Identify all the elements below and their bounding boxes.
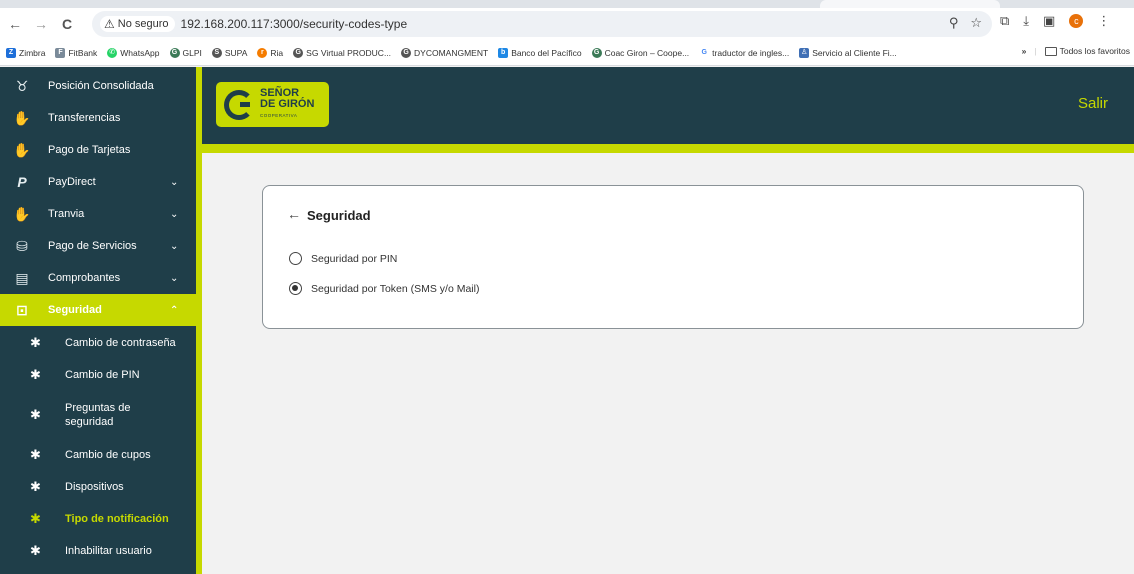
gear-icon: ✱ bbox=[30, 511, 41, 526]
money-hand-icon: ✋ bbox=[13, 141, 31, 158]
fitbank-icon: F bbox=[55, 47, 66, 58]
gear-icon: ✱ bbox=[30, 367, 41, 382]
bookmark-zimbra[interactable]: Z Zimbra bbox=[6, 47, 45, 58]
back-arrow-icon[interactable]: ← bbox=[287, 206, 301, 222]
chevron-up-icon: ⌃ bbox=[170, 304, 179, 316]
star-icon[interactable]: ☆ bbox=[970, 15, 982, 31]
sidebar-subitem-cambio-contrasena[interactable]: ✱ Cambio de contraseña bbox=[0, 328, 196, 358]
address-bar[interactable]: ⚠ No seguro 192.168.200.117:3000/securit… bbox=[92, 11, 992, 37]
extensions-icon[interactable]: ⧉ bbox=[1000, 13, 1009, 29]
chevron-down-icon: ⌄ bbox=[170, 208, 179, 220]
forward-icon[interactable]: → bbox=[30, 13, 52, 35]
receipt-icon: ▤ bbox=[15, 269, 29, 286]
option-token-label: Seguridad por Token (SMS y/o Mail) bbox=[311, 282, 480, 295]
tab-strip bbox=[0, 0, 1134, 8]
security-badge-label: No seguro bbox=[117, 18, 169, 30]
person-icon: ♙ bbox=[799, 47, 810, 58]
whatsapp-icon: ✆ bbox=[107, 47, 118, 58]
money-hand-icon: ✋ bbox=[13, 109, 31, 126]
option-pin[interactable]: Seguridad por PIN bbox=[289, 252, 397, 265]
coac-icon: G bbox=[591, 47, 602, 58]
sidebar-subitem-dispositivos[interactable]: ✱ Dispositivos bbox=[0, 472, 196, 502]
chevron-down-icon: ⌄ bbox=[170, 176, 179, 188]
google-icon: G bbox=[699, 47, 710, 58]
sidebar-item-paydirect[interactable]: P PayDirect ⌄ bbox=[0, 166, 196, 198]
gear-icon: ✱ bbox=[30, 447, 41, 462]
gear-icon: ✱ bbox=[30, 407, 41, 422]
reload-icon[interactable]: C bbox=[56, 13, 78, 35]
logout-button[interactable]: Salir bbox=[1078, 95, 1108, 112]
gear-icon: ✱ bbox=[30, 479, 41, 494]
bookmark-ria[interactable]: r Ria bbox=[257, 47, 283, 58]
gear-icon: ✱ bbox=[30, 335, 41, 350]
sidebar-item-comprobantes[interactable]: ▤ Comprobantes ⌄ bbox=[0, 262, 196, 294]
bookmark-servicio-cliente[interactable]: ♙ Servicio al Cliente Fi... bbox=[799, 47, 897, 58]
zoom-icon[interactable]: ⚲ bbox=[949, 15, 959, 31]
logo-line-2: DE GIRÓN bbox=[260, 98, 315, 110]
logo-line-3: COOPERATIVA bbox=[260, 113, 298, 118]
sidebar-item-pago-servicios[interactable]: ⛁ Pago de Servicios ⌄ bbox=[0, 230, 196, 262]
back-icon[interactable]: ← bbox=[4, 13, 26, 35]
gear-icon: ✱ bbox=[30, 543, 41, 558]
security-badge[interactable]: ⚠ No seguro bbox=[100, 16, 175, 32]
supa-icon: S bbox=[211, 47, 222, 58]
folder-icon bbox=[1044, 46, 1057, 56]
sidebar-item-tranvia[interactable]: ✋ Tranvia ⌄ bbox=[0, 198, 196, 230]
paydirect-icon: P bbox=[17, 174, 27, 190]
url-text[interactable]: 192.168.200.117:3000/security-codes-type bbox=[181, 17, 408, 31]
card-title: Seguridad bbox=[307, 208, 371, 223]
money-hand-icon: ✋ bbox=[13, 205, 31, 222]
bank-icon: b bbox=[498, 47, 509, 58]
chevron-down-icon: ⌄ bbox=[170, 272, 179, 284]
brand-logo[interactable]: SEÑOR DE GIRÓN COOPERATIVA bbox=[216, 82, 329, 127]
bookmark-whatsapp[interactable]: ✆ WhatsApp bbox=[107, 47, 160, 58]
dyco-icon: G bbox=[401, 47, 412, 58]
header-accent-bar bbox=[202, 144, 1134, 153]
sidebar-subitem-cambio-cupos[interactable]: ✱ Cambio de cupos bbox=[0, 440, 196, 470]
bookmark-sg-virtual[interactable]: G SG Virtual PRODUC... bbox=[293, 47, 391, 58]
sidebar-subitem-preguntas-seguridad[interactable]: ✱ Preguntas de seguridad bbox=[0, 392, 196, 438]
logo-g-icon bbox=[224, 89, 254, 120]
tab-edge bbox=[820, 0, 1000, 8]
bookmark-traductor[interactable]: Gtraductor de ingles... bbox=[699, 47, 789, 58]
bookmark-banco-pacifico[interactable]: b Banco del Pacífico bbox=[498, 47, 582, 58]
all-bookmarks-button[interactable]: Todos los favoritos bbox=[1044, 46, 1130, 56]
warning-icon: ⚠ bbox=[104, 17, 115, 31]
option-pin-label: Seguridad por PIN bbox=[311, 252, 398, 265]
bookmark-dycomangment[interactable]: G DYCOMANGMENT bbox=[401, 47, 488, 58]
sidepanel-icon[interactable]: ▣ bbox=[1043, 13, 1055, 29]
sg-icon: G bbox=[293, 47, 304, 58]
app-header bbox=[202, 67, 1134, 144]
piggy-bank-icon: ♉ bbox=[15, 77, 29, 94]
sidebar: ♉ Posición Consolidada ✋ Transferencias … bbox=[0, 67, 196, 574]
security-card: ← Seguridad Seguridad por PIN Seguridad … bbox=[262, 185, 1084, 329]
sidebar-subitem-cambio-pin[interactable]: ✱ Cambio de PIN bbox=[0, 360, 196, 390]
sidebar-item-posicion-consolidada[interactable]: ♉ Posición Consolidada bbox=[0, 70, 196, 102]
bookmarks-divider: | bbox=[1034, 46, 1037, 56]
bookmark-glpi[interactable]: G GLPI bbox=[169, 47, 202, 58]
coins-icon: ⛁ bbox=[16, 237, 28, 254]
bookmarks-overflow-button[interactable]: » bbox=[1022, 46, 1027, 56]
sidebar-subitem-inhabilitar-usuario[interactable]: ✱ Inhabilitar usuario bbox=[0, 536, 196, 566]
bookmark-fitbank[interactable]: F FitBank bbox=[55, 47, 97, 58]
sidebar-item-seguridad[interactable]: ⊡ Seguridad ⌃ bbox=[0, 294, 196, 326]
zimbra-icon: Z bbox=[6, 47, 16, 58]
browser-toolbar: ← → C ⚠ No seguro 192.168.200.117:3000/s… bbox=[0, 8, 1134, 40]
menu-icon[interactable]: ⋮ bbox=[1097, 13, 1110, 29]
g-icon: G bbox=[169, 47, 180, 58]
bookmark-coac-giron[interactable]: G Coac Giron – Coope... bbox=[591, 47, 689, 58]
bookmarks-bar: Z Zimbra F FitBank ✆ WhatsApp G GLPI S SUPA r… bbox=[0, 40, 1134, 66]
ria-icon: r bbox=[257, 47, 268, 58]
bookmark-supa[interactable]: S SUPA bbox=[211, 47, 247, 58]
sidebar-subitem-tipo-notificacion[interactable]: ✱ Tipo de notificación bbox=[0, 504, 196, 534]
safe-icon: ⊡ bbox=[16, 301, 28, 318]
download-icon[interactable]: ⤓ bbox=[1023, 13, 1029, 29]
chevron-down-icon: ⌄ bbox=[170, 240, 179, 252]
option-token[interactable]: Seguridad por Token (SMS y/o Mail) bbox=[289, 282, 479, 295]
radio-token[interactable] bbox=[289, 282, 302, 295]
profile-icon[interactable]: c bbox=[1069, 14, 1084, 28]
radio-pin[interactable] bbox=[289, 252, 302, 265]
sidebar-item-transferencias[interactable]: ✋ Transferencias bbox=[0, 102, 196, 134]
sidebar-item-pago-tarjetas[interactable]: ✋ Pago de Tarjetas bbox=[0, 134, 196, 166]
